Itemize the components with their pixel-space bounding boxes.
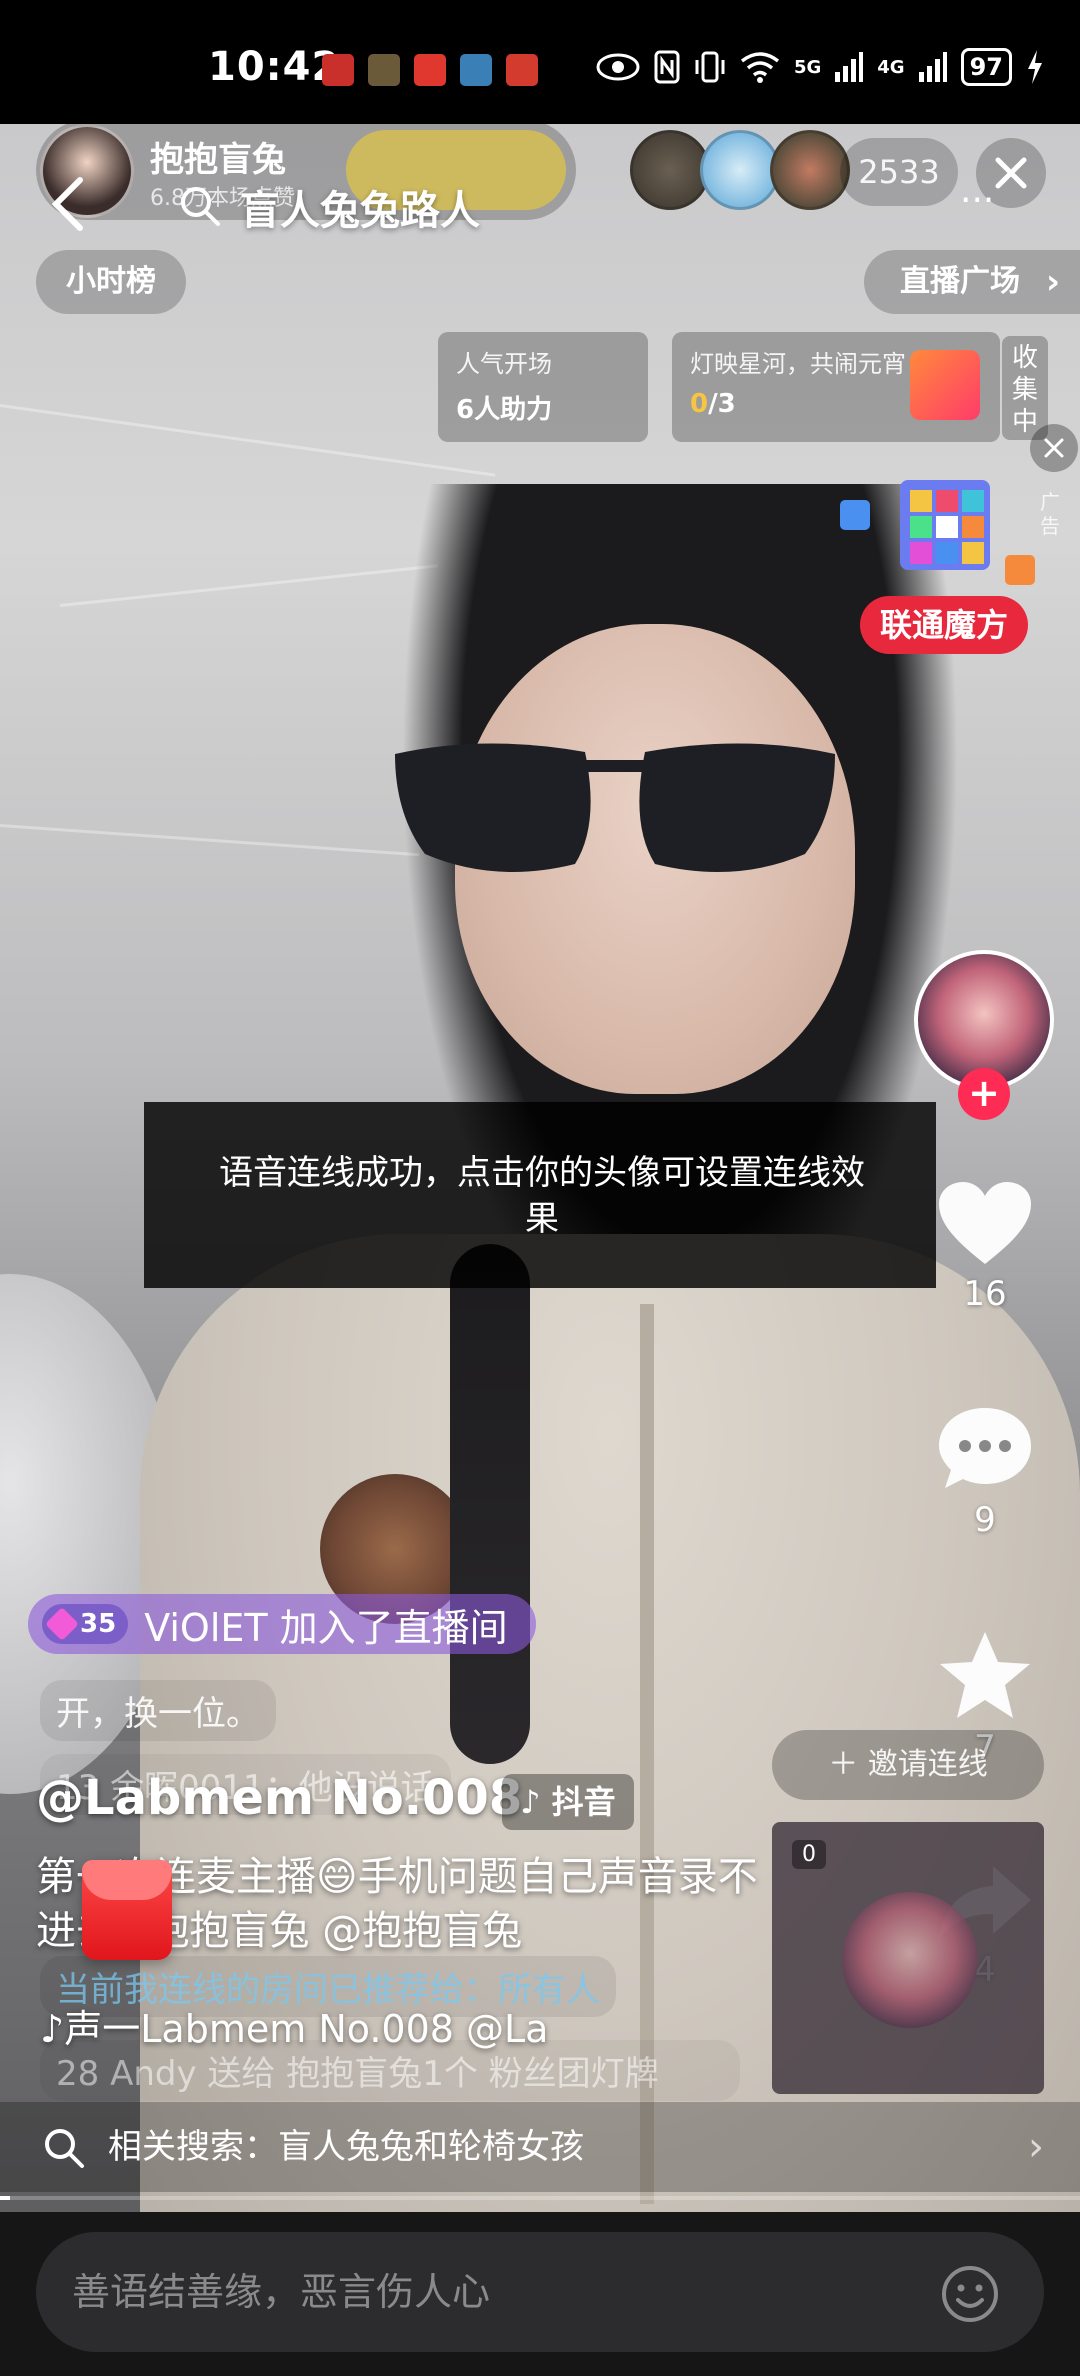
back-arrow-icon[interactable]: [48, 174, 88, 234]
related-search-bar[interactable]: 相关搜索：盲人兔兔和轮椅女孩 ›: [0, 2102, 1080, 2192]
eye-icon: [596, 53, 640, 81]
top-viewers[interactable]: [630, 130, 850, 210]
heart-icon: [939, 1182, 1031, 1264]
viewer-avatar[interactable]: [700, 130, 780, 210]
signal-icon: [835, 52, 864, 82]
video-progress[interactable]: [0, 2196, 1080, 2200]
vibrate-icon: [695, 51, 725, 83]
invite-label: 邀请连线: [867, 1747, 988, 1782]
music-credit[interactable]: ♪声一Labmem No.008 @La: [40, 1998, 548, 2053]
notification-app-icon: [322, 54, 354, 86]
mini-window-badge: 0: [792, 1840, 826, 1869]
chevron-right-icon: ›: [1028, 2124, 1044, 2170]
gem-icon: [45, 1607, 79, 1641]
chevron-right-icon: ›: [1045, 262, 1060, 302]
bottom-bar: [0, 2212, 1080, 2376]
comment-count: 9: [974, 1500, 996, 1540]
wifi-icon: [740, 52, 780, 83]
status-app-icons: [322, 54, 538, 86]
popularity-task-card[interactable]: 人气开场 6人助力: [438, 332, 648, 442]
signal-icon: [918, 52, 947, 82]
red-packet-flap: [82, 1860, 172, 1900]
charging-icon: [1028, 50, 1042, 84]
co-host-mini-window[interactable]: 0: [772, 1822, 1044, 2094]
gift-box-icon[interactable]: [910, 350, 980, 420]
rubiks-cube-ad-icon[interactable]: [840, 460, 1040, 610]
search-icon: [45, 2129, 84, 2168]
sunglasses: [395, 743, 835, 872]
video-progress-fill: [0, 2196, 10, 2200]
search-icon[interactable]: [178, 184, 222, 228]
join-text: ViOlET 加入了直播间: [144, 1605, 508, 1650]
live-plaza-label: 直播广场: [900, 264, 1020, 299]
status-indicators: 5G 4G 97: [596, 48, 1044, 86]
hour-rank-button[interactable]: 小时榜: [36, 250, 186, 314]
like-button[interactable]: 16: [930, 1180, 1040, 1314]
network-4g-label: 4G: [877, 56, 905, 78]
task-progress-total: /3: [708, 389, 736, 419]
task-detail: 6人助力: [456, 395, 553, 425]
wall-texture: [0, 824, 420, 857]
video-author[interactable]: @Labmem No.008: [36, 1770, 522, 1826]
user-level: 35: [80, 1609, 117, 1639]
comment-button[interactable]: 9: [930, 1404, 1040, 1540]
ad-label: 广告: [1040, 490, 1060, 538]
viewer-count[interactable]: 2533: [840, 138, 958, 206]
search-query[interactable]: 盲人兔兔路人: [240, 178, 480, 236]
comment-input[interactable]: [36, 2232, 1044, 2352]
red-packet-icon[interactable]: [82, 1860, 172, 1960]
platform-label: 抖音: [551, 1783, 616, 1821]
viewer-avatar[interactable]: [630, 130, 710, 210]
live-plaza-button[interactable]: 直播广场 ›: [864, 250, 1080, 314]
wall-texture: [59, 564, 439, 607]
comment-icon: [939, 1408, 1031, 1488]
nfc-icon: [654, 50, 680, 84]
notification-app-icon: [460, 54, 492, 86]
network-5g-label: 5G: [793, 56, 822, 78]
ad-title-button[interactable]: 联通魔方: [860, 596, 1029, 654]
notification-app-icon: [368, 54, 400, 86]
streamer-braid: [450, 1244, 530, 1764]
douyin-tag[interactable]: ♪ 抖音: [502, 1774, 634, 1830]
viewer-avatar[interactable]: [770, 130, 850, 210]
join-notification: 35 ViOlET 加入了直播间: [28, 1594, 536, 1654]
connection-toast: 语音连线成功，点击你的头像可设置连线效果: [144, 1102, 936, 1288]
wall-texture: [0, 404, 496, 477]
star-icon: [940, 1632, 1030, 1718]
like-count: 16: [963, 1274, 1007, 1314]
follow-button[interactable]: +: [958, 1068, 1010, 1120]
invite-connect-button[interactable]: ＋ 邀请连线: [772, 1730, 1044, 1800]
user-level-badge: 35: [42, 1604, 129, 1644]
related-search-text: 相关搜索：盲人兔兔和轮椅女孩: [108, 2127, 584, 2167]
more-options-icon[interactable]: ···: [960, 180, 994, 221]
status-time: 10:42: [208, 44, 341, 90]
task-progress-current: 0: [690, 389, 709, 419]
notification-app-icon: [414, 54, 446, 86]
task-title: 人气开场: [456, 350, 552, 378]
emoji-icon[interactable]: [940, 2264, 1000, 2324]
chat-message[interactable]: 开，换一位。: [40, 1680, 276, 1741]
notification-app-icon: [506, 54, 538, 86]
co-host-avatar: [842, 1892, 978, 2028]
host-name[interactable]: 抱抱盲兔: [150, 132, 286, 181]
status-bar: 10:42 5G 4G 97: [0, 0, 1080, 124]
battery-level: 97: [960, 48, 1012, 86]
